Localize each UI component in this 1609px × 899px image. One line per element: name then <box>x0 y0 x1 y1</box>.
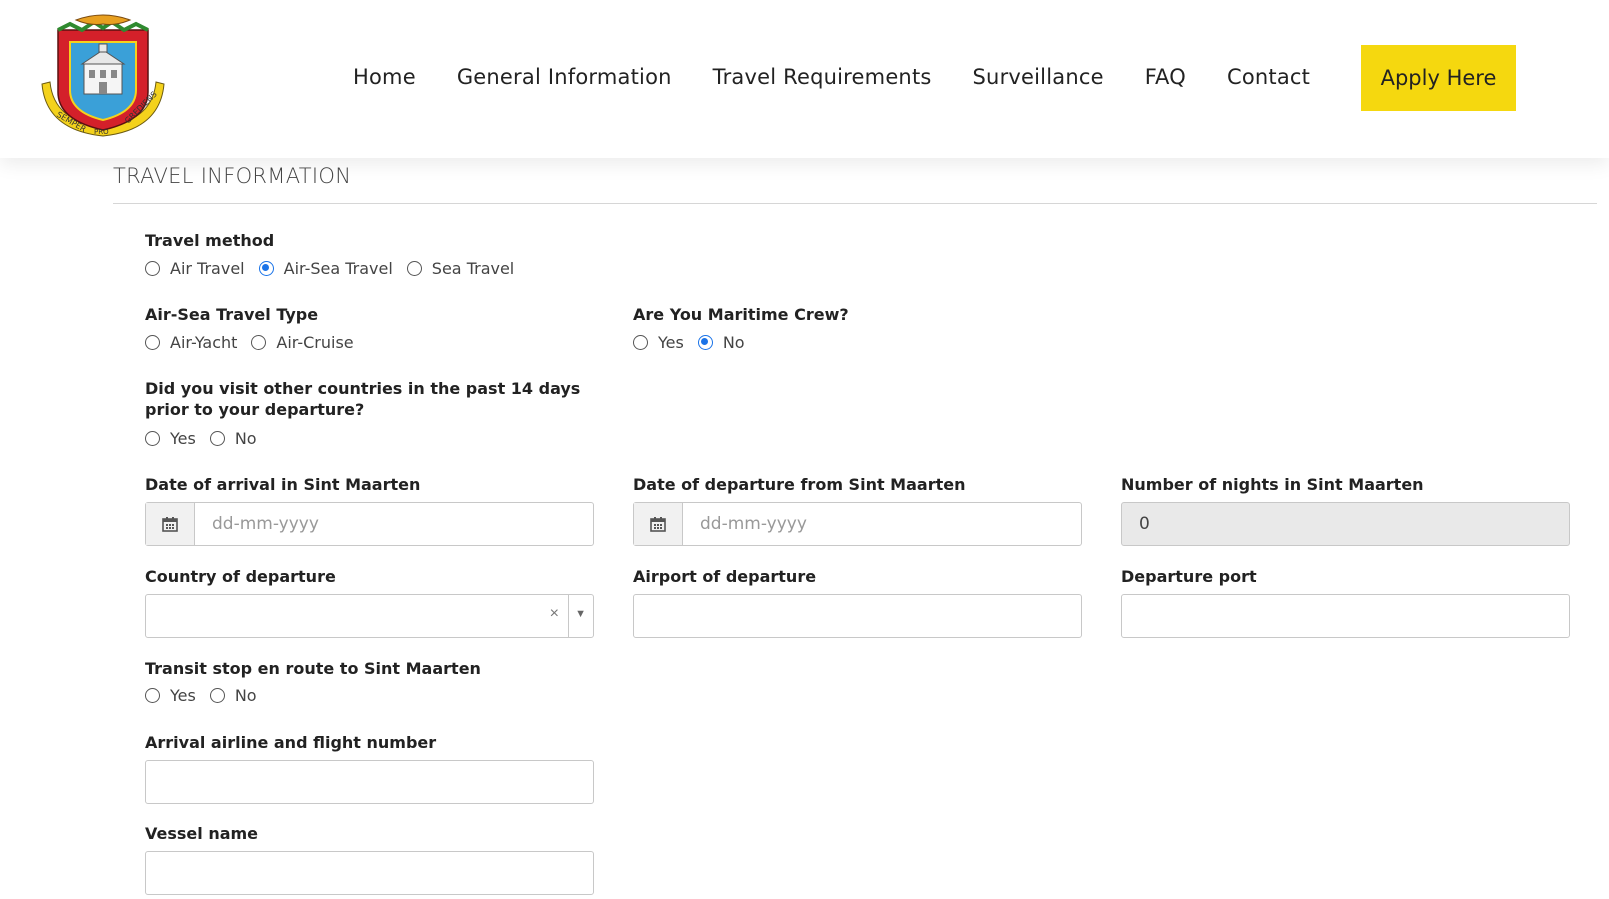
radio-circle[interactable] <box>633 334 648 350</box>
calendar-icon[interactable] <box>146 503 195 545</box>
travel-method-radio-group: Air Travel Air-Sea Travel Sea Travel <box>145 257 528 279</box>
select-separator <box>568 595 569 637</box>
departure-date-label: Date of departure from Sint Maarten <box>633 475 966 494</box>
radio-circle[interactable] <box>209 687 225 703</box>
radio-air-sea-travel[interactable]: Air-Sea Travel <box>258 259 393 278</box>
radio-circle[interactable] <box>145 260 160 276</box>
arrival-date-label: Date of arrival in Sint Maarten <box>145 475 421 494</box>
country-departure-select[interactable]: × ▼ <box>145 594 594 638</box>
section-divider <box>113 203 1597 204</box>
nav-home[interactable]: Home <box>353 65 416 89</box>
transit-stop-label: Transit stop en route to Sint Maarten <box>145 659 481 678</box>
vessel-name-input[interactable] <box>145 851 594 895</box>
air-sea-type-radio-group: Air-Yacht Air-Cruise <box>145 331 368 353</box>
airport-departure-label: Airport of departure <box>633 567 817 586</box>
nav-general-information[interactable]: General Information <box>457 65 672 89</box>
radio-maritime-yes[interactable]: Yes <box>633 333 684 352</box>
arrival-date-input[interactable]: dd-mm-yyyy <box>145 502 594 546</box>
radio-air-yacht[interactable]: Air-Yacht <box>145 333 237 352</box>
visited-countries-label: Did you visit other countries in the pas… <box>145 379 581 419</box>
radio-air-cruise[interactable]: Air-Cruise <box>251 333 354 352</box>
nav-contact[interactable]: Contact <box>1227 65 1310 89</box>
departure-date-input[interactable]: dd-mm-yyyy <box>633 502 1082 546</box>
nights-input: 0 <box>1121 502 1570 546</box>
radio-circle[interactable] <box>145 430 160 446</box>
airport-departure-input[interactable] <box>633 594 1082 638</box>
vessel-name-label: Vessel name <box>145 824 259 843</box>
departure-date-placeholder: dd-mm-yyyy <box>700 514 807 534</box>
air-sea-type-label: Air-Sea Travel Type <box>145 305 319 324</box>
radio-air-travel[interactable]: Air Travel <box>145 259 245 278</box>
departure-port-input[interactable] <box>1121 594 1570 638</box>
radio-circle-checked[interactable] <box>258 260 274 276</box>
arrival-flight-input[interactable] <box>145 760 594 804</box>
nav-surveillance[interactable]: Surveillance <box>973 65 1104 89</box>
nights-label: Number of nights in Sint Maarten <box>1121 475 1424 494</box>
radio-circle[interactable] <box>406 260 422 276</box>
radio-circle[interactable] <box>251 334 267 350</box>
radio-sea-travel[interactable]: Sea Travel <box>406 259 514 278</box>
country-departure-label: Country of departure <box>145 567 336 586</box>
radio-circle[interactable] <box>145 334 160 350</box>
section-title: TRAVEL INFORMATION <box>113 164 352 188</box>
svg-text:PRO: PRO <box>94 128 109 136</box>
main-nav: Home General Information Travel Requirem… <box>353 44 1351 110</box>
clear-icon[interactable]: × <box>550 605 559 623</box>
nav-faq[interactable]: FAQ <box>1145 65 1186 89</box>
radio-circle[interactable] <box>145 687 160 703</box>
site-header: SEMPER PRO GREDIENS Home General Informa… <box>0 0 1609 158</box>
radio-visited-no[interactable]: No <box>209 429 257 448</box>
radio-maritime-no[interactable]: No <box>697 333 745 352</box>
nav-travel-requirements[interactable]: Travel Requirements <box>713 65 932 89</box>
calendar-icon[interactable] <box>634 503 683 545</box>
arrival-date-placeholder: dd-mm-yyyy <box>212 514 319 534</box>
visited-countries-radio-group: Yes No <box>145 427 271 449</box>
departure-port-label: Departure port <box>1121 567 1257 586</box>
radio-transit-no[interactable]: No <box>209 686 257 705</box>
apply-here-button[interactable]: Apply Here <box>1361 45 1516 111</box>
nights-value: 0 <box>1139 514 1150 534</box>
travel-method-label: Travel method <box>145 231 275 250</box>
chevron-down-icon[interactable]: ▼ <box>575 608 586 620</box>
radio-visited-yes[interactable]: Yes <box>145 429 196 448</box>
radio-circle[interactable] <box>209 430 225 446</box>
coat-of-arms-logo[interactable]: SEMPER PRO GREDIENS <box>36 12 170 142</box>
maritime-crew-label: Are You Maritime Crew? <box>633 305 849 324</box>
radio-circle-checked[interactable] <box>697 334 713 350</box>
maritime-crew-radio-group: Yes No <box>633 331 759 353</box>
arrival-flight-label: Arrival airline and flight number <box>145 733 437 752</box>
radio-transit-yes[interactable]: Yes <box>145 686 196 705</box>
transit-stop-radio-group: Yes No <box>145 684 271 706</box>
